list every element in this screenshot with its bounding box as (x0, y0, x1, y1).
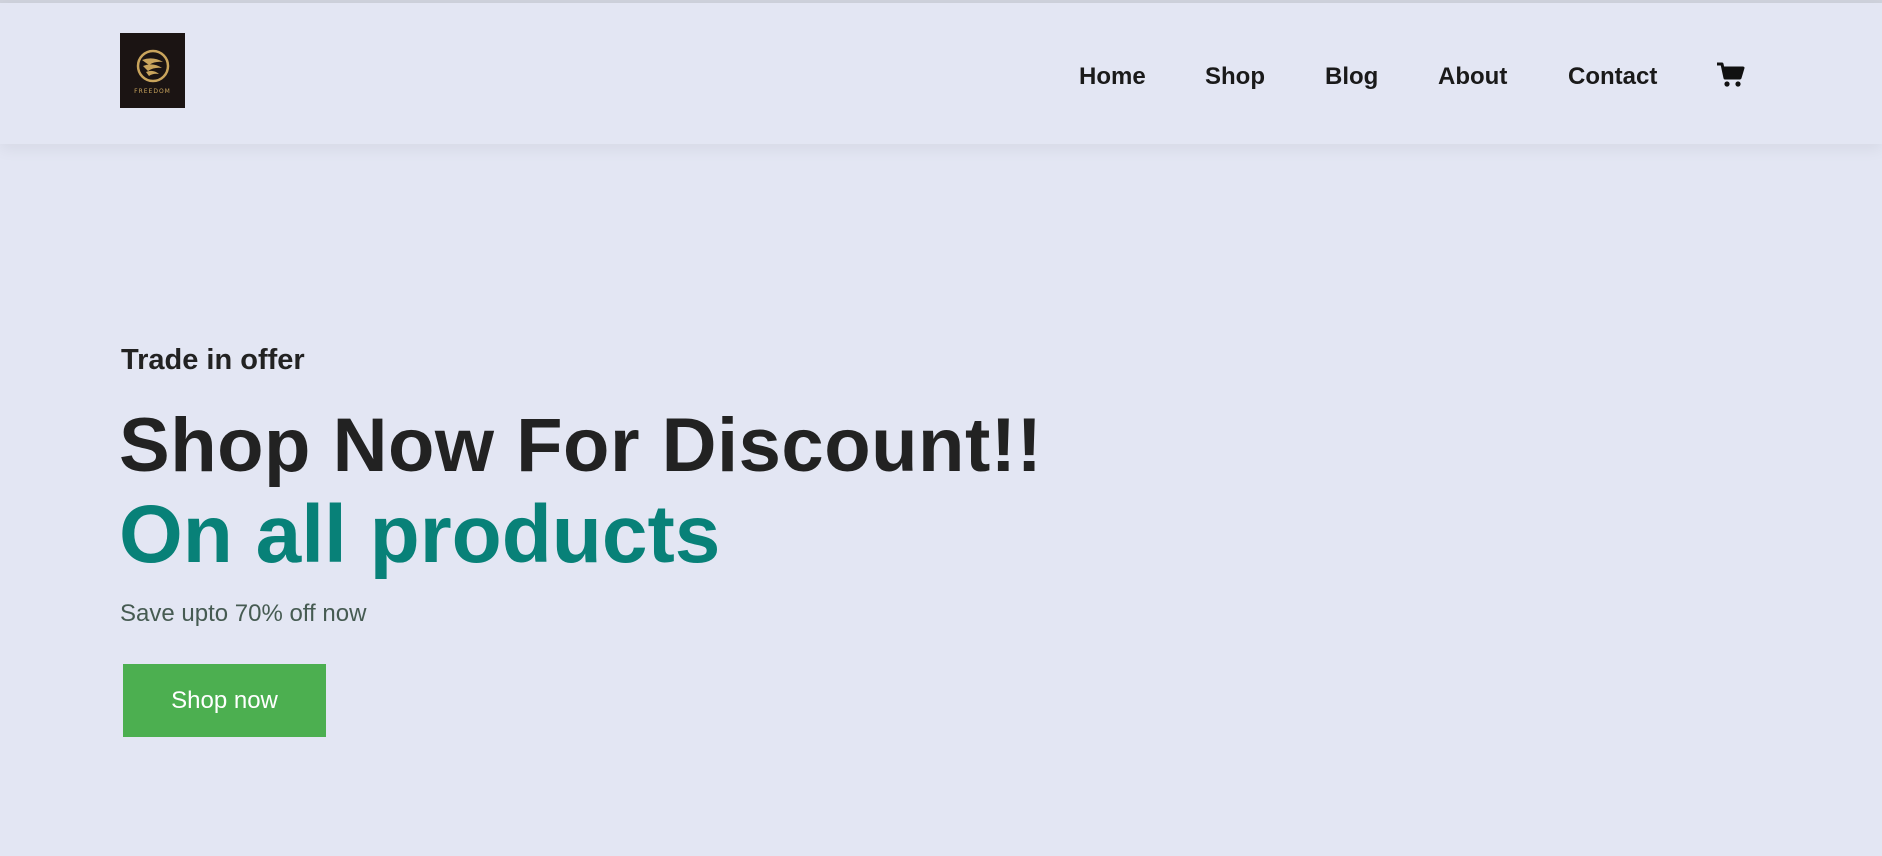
nav-contact-link[interactable]: Contact (1568, 60, 1657, 94)
nav-home-link[interactable]: Home (1079, 60, 1146, 94)
nav-blog-link[interactable]: Blog (1325, 60, 1378, 94)
shopping-cart-icon (1717, 62, 1745, 87)
hero-description: Save upto 70% off now (120, 600, 367, 627)
shop-now-button[interactable]: Shop now (123, 664, 326, 737)
hero-kicker: Trade in offer (121, 344, 305, 376)
hero-headline: Shop Now For Discount!! (119, 403, 1043, 488)
site-header: FREEDOM Home Shop Blog About Contact (0, 3, 1882, 144)
hero-section: Trade in offer Shop Now For Discount!! O… (0, 144, 1882, 856)
main-navigation: Home Shop Blog About Contact (0, 60, 1882, 94)
cart-button[interactable] (1716, 60, 1746, 90)
nav-shop-link[interactable]: Shop (1205, 60, 1265, 94)
hero-subheadline: On all products (119, 489, 721, 580)
nav-about-link[interactable]: About (1438, 60, 1507, 94)
